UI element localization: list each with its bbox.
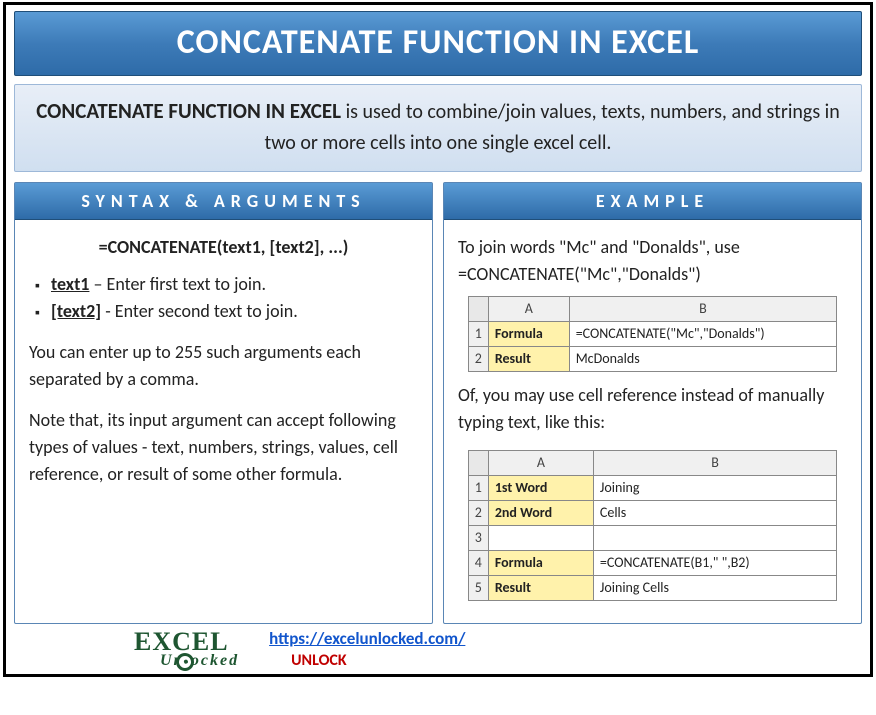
footer-links: https://excelunlocked.com/ UNLOCK — [269, 628, 465, 670]
cell — [488, 526, 593, 551]
page-title: CONCATENATE FUNCTION IN EXCEL — [14, 11, 862, 76]
cell: Formula — [488, 551, 593, 576]
argument-desc: - Enter second text to join. — [101, 300, 298, 322]
col-header: B — [593, 451, 836, 476]
example-header: EXAMPLE — [444, 183, 861, 220]
syntax-body: =CONCATENATE(text1, [text2], ...) text1 … — [15, 220, 432, 500]
argument-item: text1 – Enter first text to join. — [35, 271, 418, 298]
cell: =CONCATENATE(B1," ",B2) — [593, 551, 836, 576]
example-body: To join words "Mc" and "Donalds", use =C… — [444, 220, 861, 623]
cell: Result — [488, 347, 569, 372]
argument-name: text1 — [51, 273, 89, 295]
row-header: 2 — [468, 501, 488, 526]
syntax-panel: SYNTAX & ARGUMENTS =CONCATENATE(text1, [… — [14, 182, 433, 624]
row-header: 2 — [468, 347, 488, 372]
example-panel: EXAMPLE To join words "Mc" and "Donalds"… — [443, 182, 862, 624]
example-text: To join words "Mc" and "Donalds", use — [458, 234, 847, 261]
cell — [593, 526, 836, 551]
argument-name: [text2] — [51, 300, 101, 322]
syntax-note: Note that, its input argument can accept… — [29, 407, 418, 488]
grid-corner — [468, 297, 488, 322]
syntax-header: SYNTAX & ARGUMENTS — [15, 183, 432, 220]
row-header: 5 — [468, 576, 488, 601]
cell: 1st Word — [488, 476, 593, 501]
grid-corner — [468, 451, 488, 476]
row-header: 1 — [468, 322, 488, 347]
example-text: Of, you may use cell reference instead o… — [458, 382, 847, 436]
cell: McDonalds — [569, 347, 837, 372]
syntax-note: You can enter up to 255 such arguments e… — [29, 339, 418, 393]
col-header: A — [488, 451, 593, 476]
argument-desc: – Enter first text to join. — [89, 273, 266, 295]
description-lead: CONCATENATE FUNCTION IN EXCEL — [36, 98, 341, 124]
cell: Formula — [488, 322, 569, 347]
cell: Result — [488, 576, 593, 601]
row-header: 1 — [468, 476, 488, 501]
columns: SYNTAX & ARGUMENTS =CONCATENATE(text1, [… — [14, 182, 862, 624]
excel-table-2: A B 1 1st Word Joining 2 2nd Word Cells — [468, 450, 838, 601]
footer: EXCEL Unlocked https://excelunlocked.com… — [14, 628, 862, 670]
description-box: CONCATENATE FUNCTION IN EXCEL is used to… — [14, 84, 862, 172]
row-header: 4 — [468, 551, 488, 576]
cell: 2nd Word — [488, 501, 593, 526]
argument-item: [text2] - Enter second text to join. — [35, 298, 418, 325]
cell: Joining — [593, 476, 836, 501]
logo: EXCEL Unlocked — [134, 629, 239, 669]
col-header: B — [569, 297, 837, 322]
excel-table-1: A B 1 Formula =CONCATENATE("Mc","Donalds… — [468, 296, 838, 372]
example-formula: =CONCATENATE("Mc","Donalds") — [458, 261, 847, 288]
cell: =CONCATENATE("Mc","Donalds") — [569, 322, 837, 347]
description-text: is used to combine/join values, texts, n… — [265, 100, 840, 155]
document-card: CONCATENATE FUNCTION IN EXCEL CONCATENAT… — [3, 2, 873, 677]
syntax-formula: =CONCATENATE(text1, [text2], ...) — [29, 234, 418, 261]
row-header: 3 — [468, 526, 488, 551]
website-link[interactable]: https://excelunlocked.com/ — [269, 628, 465, 649]
unlock-label: UNLOCK — [269, 651, 465, 670]
argument-list: text1 – Enter first text to join. [text2… — [29, 271, 418, 325]
cell: Cells — [593, 501, 836, 526]
cell: Joining Cells — [593, 576, 836, 601]
col-header: A — [488, 297, 569, 322]
